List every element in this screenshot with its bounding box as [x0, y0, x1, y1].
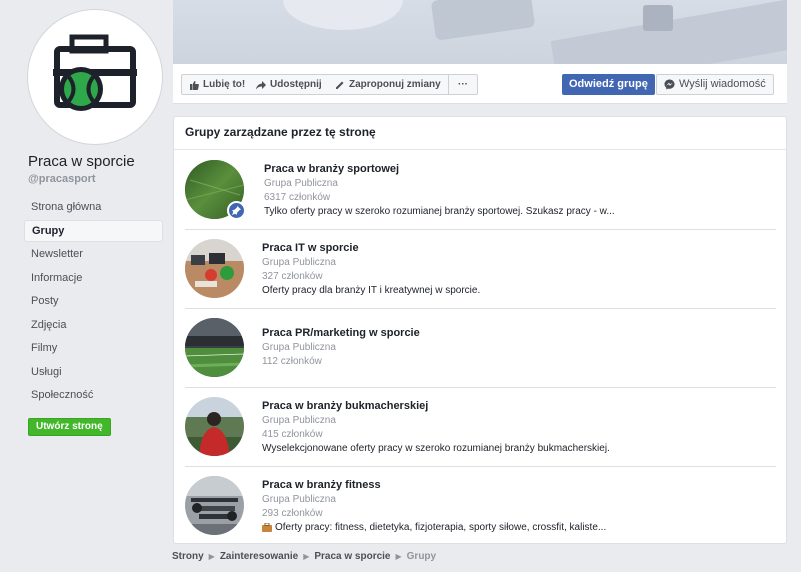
thumbs-up-icon: [190, 80, 199, 90]
nav-item-about[interactable]: Informacje: [24, 267, 163, 289]
nav-item-community[interactable]: Społeczność: [24, 384, 163, 406]
nav-item-videos[interactable]: Filmy: [24, 337, 163, 359]
group-name[interactable]: Praca PR/marketing w sporcie: [262, 327, 420, 339]
send-message-label: Wyślij wiadomość: [679, 78, 766, 90]
group-item: Praca w branży bukmacherskiej Grupa Publ…: [185, 388, 776, 467]
group-thumbnail[interactable]: [185, 476, 244, 535]
group-members: 293 członków: [262, 508, 323, 519]
breadcrumb-separator-icon: ▶: [303, 552, 310, 561]
group-name[interactable]: Praca w branży bukmacherskiej: [262, 400, 428, 412]
page-nav: Strona główna Grupy Newsletter Informacj…: [24, 196, 163, 408]
group-item: Praca IT w sporcie Grupa Publiczna 327 c…: [185, 230, 776, 309]
group-members: 415 członków: [262, 429, 323, 440]
group-item: Praca PR/marketing w sporcie Grupa Publi…: [185, 309, 776, 388]
page-handle[interactable]: @pracasport: [28, 173, 96, 185]
group-item: Praca w branży fitness Grupa Publiczna 2…: [185, 467, 776, 546]
managed-groups-card: Grupy zarządzane przez tę stronę Praca w…: [173, 116, 787, 544]
suggest-edits-button[interactable]: Zaproponuj zmiany: [328, 74, 449, 95]
nav-item-home[interactable]: Strona główna: [24, 196, 163, 218]
group-privacy: Grupa Publiczna: [262, 342, 336, 353]
suggest-edits-label: Zaproponuj zmiany: [349, 79, 441, 90]
briefcase-emoji-icon: [262, 523, 272, 532]
nav-item-newsletter[interactable]: Newsletter: [24, 243, 163, 265]
profile-picture[interactable]: [27, 9, 163, 145]
send-message-button[interactable]: Wyślij wiadomość: [656, 74, 774, 95]
action-bar: Lubię to! Udostępnij Zaproponuj zmiany ·…: [173, 64, 787, 104]
group-privacy: Grupa Publiczna: [262, 415, 336, 426]
group-item: Praca w branży sportowej Grupa Publiczna…: [185, 151, 776, 230]
group-privacy: Grupa Publiczna: [262, 494, 336, 505]
group-description: Tylko oferty pracy w szeroko rozumianej …: [264, 206, 615, 217]
group-description: Oferty pracy dla branży IT i kreatywnej …: [262, 285, 481, 296]
group-name[interactable]: Praca w branży sportowej: [264, 163, 399, 175]
pin-icon: [232, 206, 241, 215]
card-title: Grupy zarządzane przez tę stronę: [174, 117, 786, 150]
visit-group-button[interactable]: Odwiedź grupę: [562, 74, 655, 95]
breadcrumb-item[interactable]: Strony: [172, 551, 204, 562]
group-description: Oferty pracy: fitness, dietetyka, fizjot…: [275, 522, 607, 533]
cover-photo[interactable]: [173, 0, 787, 64]
nav-item-services[interactable]: Usługi: [24, 361, 163, 383]
group-privacy: Grupa Publiczna: [264, 178, 338, 189]
like-button[interactable]: Lubię to!: [181, 74, 254, 95]
breadcrumb: Strony ▶ Zainteresowanie ▶ Praca w sporc…: [172, 551, 436, 562]
breadcrumb-separator-icon: ▶: [208, 552, 215, 561]
breadcrumb-item[interactable]: Praca w sporcie: [314, 551, 390, 562]
breadcrumb-current: Grupy: [406, 551, 437, 562]
group-thumbnail[interactable]: [185, 318, 244, 377]
group-members: 327 członków: [262, 271, 323, 282]
briefcase-tennis-logo-icon: [53, 34, 137, 111]
group-members: 112 członków: [262, 356, 322, 367]
share-button-label[interactable]: Udostępnij: [270, 75, 322, 94]
nav-item-photos[interactable]: Zdjęcia: [24, 314, 163, 336]
like-button-label: Lubię to!: [203, 79, 246, 90]
group-name[interactable]: Praca IT w sporcie: [262, 242, 359, 254]
create-page-button[interactable]: Utwórz stronę: [28, 418, 111, 436]
group-privacy: Grupa Publiczna: [262, 257, 336, 268]
group-thumbnail[interactable]: [185, 397, 244, 456]
breadcrumb-item[interactable]: Zainteresowanie: [220, 551, 298, 562]
nav-item-posts[interactable]: Posty: [24, 290, 163, 312]
pinned-badge: [227, 201, 246, 220]
group-thumbnail[interactable]: [185, 239, 244, 298]
group-members: 6317 członków: [264, 192, 331, 203]
messenger-icon: [664, 79, 675, 90]
pencil-icon: [336, 81, 344, 89]
share-arrow-icon: [256, 80, 266, 89]
group-description: Wyselekcjonowane oferty pracy w szeroko …: [262, 443, 610, 454]
more-options-button[interactable]: ···: [449, 74, 478, 95]
group-description-row: Oferty pracy: fitness, dietetyka, fizjot…: [262, 522, 606, 533]
breadcrumb-separator-icon: ▶: [395, 552, 402, 561]
share-button[interactable]: Udostępnij: [249, 74, 330, 95]
group-name[interactable]: Praca w branży fitness: [262, 479, 381, 491]
nav-item-groups[interactable]: Grupy: [24, 219, 163, 242]
page-title: Praca w sporcie: [28, 153, 135, 170]
